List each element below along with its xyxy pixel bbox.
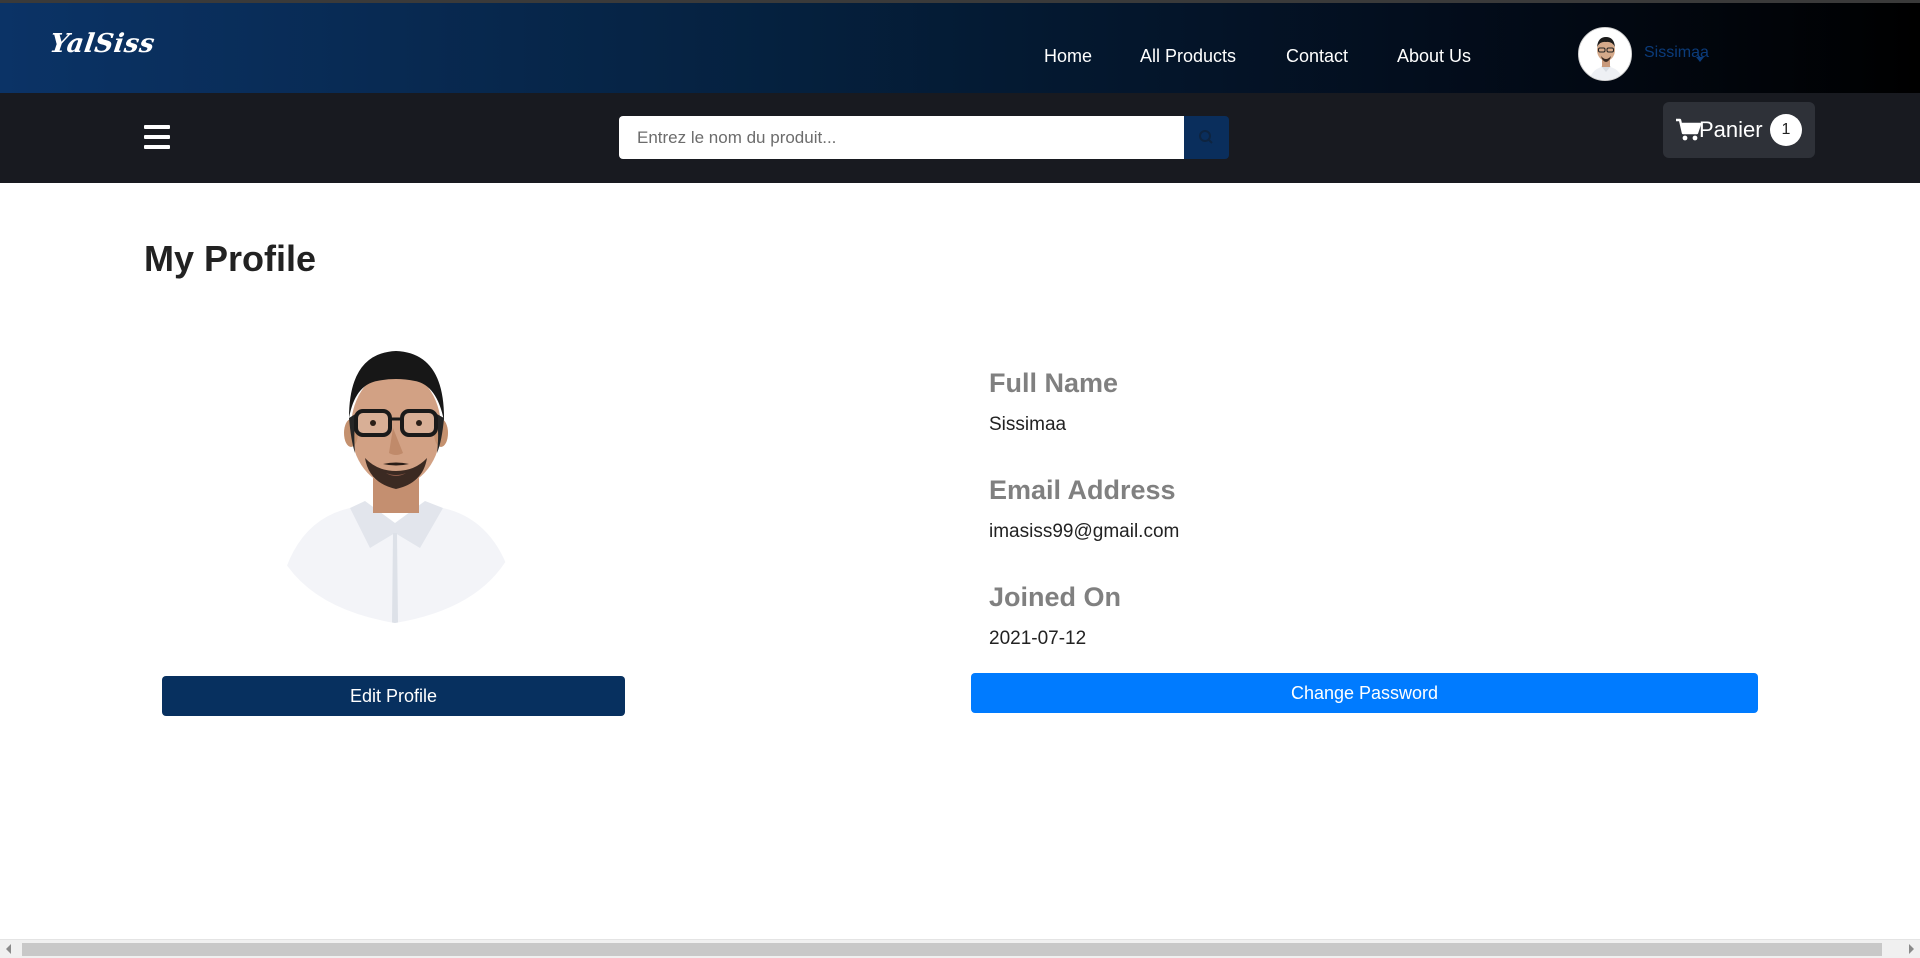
chevron-down-icon[interactable] <box>1696 57 1704 62</box>
edit-profile-button[interactable]: Edit Profile <box>162 676 625 716</box>
email-address-value: imasiss99@gmail.com <box>989 521 1180 542</box>
nav-about-us[interactable]: About Us <box>1397 46 1471 67</box>
profile-photo-image <box>265 333 525 623</box>
brand-logo[interactable]: YalSiss <box>48 29 157 59</box>
user-menu[interactable]: Sissimaa <box>1578 27 1709 81</box>
nav-contact[interactable]: Contact <box>1286 46 1348 67</box>
nav-all-products[interactable]: All Products <box>1140 46 1236 67</box>
cart-button[interactable]: Panier 1 <box>1663 102 1815 158</box>
full-name-value: Sissimaa <box>989 414 1067 435</box>
search-input[interactable] <box>619 116 1184 159</box>
user-avatar-icon <box>1579 28 1631 80</box>
page-title: My Profile <box>144 238 317 279</box>
full-name-label: Full Name <box>989 368 1119 398</box>
change-password-button[interactable]: Change Password <box>971 673 1758 713</box>
main-navbar: YalSiss Home All Products Contact About … <box>0 3 1920 93</box>
profile-photo <box>265 333 525 623</box>
cart-count-badge: 1 <box>1770 114 1802 146</box>
nav-home[interactable]: Home <box>1044 46 1092 67</box>
scrollbar-thumb[interactable] <box>22 943 1882 956</box>
cart-label: Panier <box>1699 117 1763 142</box>
search-button[interactable] <box>1184 116 1229 159</box>
user-avatar[interactable] <box>1578 27 1632 81</box>
scroll-left-icon[interactable] <box>6 944 11 954</box>
joined-on-value: 2021-07-12 <box>989 628 1087 649</box>
horizontal-scrollbar[interactable] <box>0 939 1920 958</box>
email-address-label: Email Address <box>989 475 1176 505</box>
hamburger-icon[interactable] <box>144 125 170 149</box>
search-icon <box>1199 130 1213 144</box>
cart-icon <box>1676 118 1701 141</box>
toolbar: Panier 1 <box>0 93 1920 183</box>
scroll-right-icon[interactable] <box>1909 944 1914 954</box>
joined-on-label: Joined On <box>989 582 1122 612</box>
